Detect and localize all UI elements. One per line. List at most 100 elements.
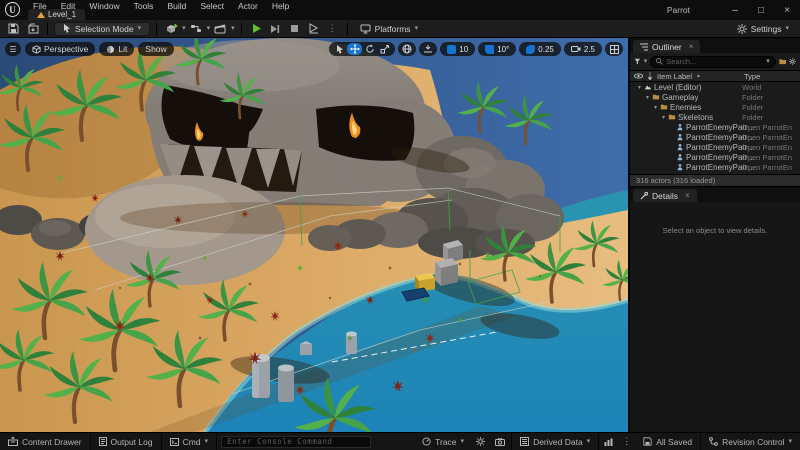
close-icon[interactable]: × — [685, 191, 690, 200]
expand-caret-icon[interactable]: ▾ — [660, 114, 667, 121]
output-log-button[interactable]: Output Log — [91, 433, 162, 450]
scale-snap-toggle[interactable]: 0.25 — [519, 42, 561, 56]
maximize-viewport-button[interactable] — [605, 42, 623, 56]
settings-dropdown[interactable]: Settings ▾ — [731, 21, 795, 36]
trace-dropdown[interactable]: Trace ▾ — [414, 433, 472, 450]
outliner-row-type[interactable]: Open ParrotEn — [742, 153, 800, 162]
lit-dropdown[interactable]: Lit — [99, 42, 134, 56]
menu-window[interactable]: Window — [82, 1, 126, 11]
item-label-column-header[interactable]: Item Label — [657, 72, 692, 81]
outliner-row[interactable]: ParrotEnemyPatrolRigActOpen ParrotEn — [630, 162, 800, 172]
surface-snapping-toggle[interactable] — [419, 42, 437, 56]
scale-snap-icon — [526, 45, 535, 54]
outliner-row[interactable]: ▾EnemiesFolder — [630, 102, 800, 112]
select-tool[interactable] — [332, 43, 347, 55]
close-icon[interactable]: × — [689, 42, 694, 51]
camera-speed[interactable]: 2.5 — [564, 42, 602, 56]
pin-column-icon[interactable] — [647, 72, 653, 80]
move-icon — [350, 44, 360, 54]
cmd-dropdown[interactable]: Cmd ▾ — [162, 433, 217, 450]
cursor-icon — [63, 24, 71, 33]
menu-select[interactable]: Select — [193, 1, 231, 11]
expand-caret-icon[interactable]: ▾ — [636, 84, 643, 91]
show-label: Show — [145, 44, 166, 54]
scale-tool[interactable] — [377, 43, 392, 55]
outliner-row-type[interactable]: Folder — [742, 113, 800, 122]
save-button[interactable] — [5, 21, 22, 36]
outliner-row[interactable]: ▾SkeletonsFolder — [630, 112, 800, 122]
menu-build[interactable]: Build — [160, 1, 193, 11]
skip-frame-button[interactable] — [267, 21, 284, 36]
console-command-input[interactable] — [221, 436, 371, 448]
play-button[interactable] — [248, 21, 265, 36]
insights-button[interactable] — [599, 433, 618, 450]
level-tab[interactable]: Level_1 — [28, 9, 85, 20]
show-dropdown[interactable]: Show — [138, 42, 173, 56]
revision-control-dropdown[interactable]: Revision Control ▾ — [701, 433, 800, 450]
level-viewport[interactable]: ☰ Perspective Lit Show — [0, 38, 628, 432]
expand-caret-icon[interactable]: ▾ — [644, 94, 651, 101]
folder-options-icon[interactable] — [779, 57, 786, 66]
type-column-header[interactable]: Type — [744, 72, 760, 81]
outliner-row[interactable]: ParrotEnemyPatrolRigActOpen ParrotEn — [630, 152, 800, 162]
outliner-row-type[interactable]: Open ParrotEn — [742, 123, 800, 132]
outliner-row-type[interactable]: Folder — [742, 93, 800, 102]
unreal-logo-icon: U — [5, 2, 20, 17]
coordinate-space-toggle[interactable] — [398, 42, 416, 56]
viewport-scene[interactable] — [0, 38, 628, 432]
close-button[interactable]: × — [774, 0, 800, 20]
outliner-row-type[interactable]: Open ParrotEn — [742, 143, 800, 152]
grid-snap-toggle[interactable]: 10 — [440, 42, 475, 56]
content-drawer-button[interactable]: Content Drawer — [0, 433, 91, 450]
rotation-snap-toggle[interactable]: 10° — [478, 42, 516, 56]
world-globe-icon — [402, 44, 412, 54]
outliner-tab[interactable]: Outliner × — [633, 40, 700, 53]
cursor-icon — [336, 45, 344, 54]
all-saved-button[interactable]: All Saved — [635, 433, 701, 450]
blueprints-button[interactable] — [188, 21, 205, 36]
details-tab[interactable]: Details × — [633, 189, 697, 202]
outliner-row[interactable]: ParrotEnemyPatrolRigActOpen ParrotEn — [630, 132, 800, 142]
filter-icon[interactable] — [634, 57, 641, 66]
viewport-options-menu[interactable]: ☰ — [5, 42, 21, 56]
platforms-label: Platforms — [375, 24, 411, 34]
status-kebab-menu[interactable]: ⋮ — [618, 436, 635, 447]
maximize-button[interactable]: □ — [748, 0, 774, 20]
maximize-icon — [610, 45, 619, 54]
perspective-dropdown[interactable]: Perspective — [25, 42, 95, 56]
title-bar: U FileEditWindowToolsBuildSelectActorHel… — [0, 0, 800, 20]
rotate-tool[interactable] — [362, 43, 377, 55]
minimize-button[interactable]: – — [722, 0, 748, 20]
menu-tools[interactable]: Tools — [127, 1, 161, 11]
outliner-row-type[interactable]: World — [742, 83, 800, 92]
add-actor-button[interactable] — [163, 21, 180, 36]
stop-button[interactable] — [286, 21, 303, 36]
menu-help[interactable]: Help — [265, 1, 296, 11]
outliner-search[interactable]: ▾ — [650, 56, 776, 68]
settings-label: Settings — [751, 24, 782, 34]
branch-icon — [709, 437, 718, 446]
expand-caret-icon[interactable]: ▾ — [652, 104, 659, 111]
outliner-row[interactable]: ▾GameplayFolder — [630, 92, 800, 102]
visibility-eye-icon[interactable] — [634, 73, 643, 79]
screenshot-button[interactable] — [489, 433, 512, 450]
outliner-row[interactable]: ParrotEnemyPatrolRigActOpen ParrotEn — [630, 122, 800, 132]
import-content-button[interactable] — [24, 21, 41, 36]
move-tool[interactable] — [347, 43, 362, 55]
outliner-row[interactable]: ▾Level (Editor)World — [630, 82, 800, 92]
selection-mode-dropdown[interactable]: Selection Mode ▾ — [54, 22, 150, 36]
outliner-row[interactable]: ParrotEnemyPatrolRigActOpen ParrotEn — [630, 142, 800, 152]
search-input[interactable] — [666, 57, 763, 66]
outliner-settings-gear-icon[interactable] — [789, 57, 796, 66]
outliner-row-type[interactable]: Open ParrotEn — [742, 163, 800, 172]
platforms-dropdown[interactable]: Platforms ▾ — [354, 21, 424, 36]
derived-data-dropdown[interactable]: Derived Data ▾ — [512, 433, 599, 450]
menu-actor[interactable]: Actor — [231, 1, 265, 11]
outliner-row-type[interactable]: Folder — [742, 103, 800, 112]
launch-button[interactable] — [305, 21, 322, 36]
outliner-row-type[interactable]: Open ParrotEn — [742, 133, 800, 142]
play-options-kebab[interactable]: ⋮ — [324, 21, 341, 36]
cinematics-button[interactable] — [212, 21, 229, 36]
actor-icon — [676, 153, 684, 161]
session-settings-button[interactable] — [472, 433, 489, 450]
